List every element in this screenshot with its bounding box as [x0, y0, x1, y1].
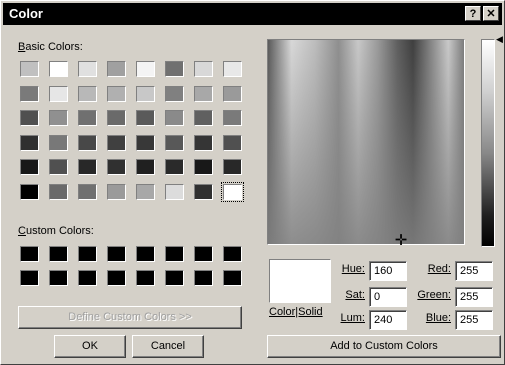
basic-color-swatch[interactable] — [78, 134, 97, 151]
basic-color-swatch[interactable] — [194, 61, 213, 77]
basic-color-swatch[interactable] — [223, 61, 242, 77]
blue-label: Blue: — [425, 312, 451, 324]
basic-color-swatch[interactable] — [194, 134, 213, 151]
sat-label: Sat: — [345, 289, 365, 301]
basic-color-swatch[interactable] — [107, 159, 126, 175]
custom-color-swatch[interactable] — [136, 246, 155, 262]
custom-color-swatch[interactable] — [78, 270, 97, 286]
custom-color-swatch[interactable] — [223, 270, 242, 286]
basic-color-swatch[interactable] — [78, 110, 97, 126]
add-to-custom-colors-button[interactable]: Add to Custom Colors — [267, 335, 501, 358]
custom-color-swatch[interactable] — [107, 270, 126, 286]
basic-color-swatch[interactable] — [20, 159, 39, 175]
basic-color-swatch[interactable] — [20, 110, 39, 126]
custom-color-swatch[interactable] — [136, 270, 155, 286]
lum-label: Lum: — [340, 312, 365, 324]
basic-color-swatch[interactable] — [20, 61, 39, 77]
green-field[interactable]: 255 — [455, 287, 493, 307]
basic-color-swatch[interactable] — [223, 85, 242, 102]
basic-color-swatch[interactable] — [20, 134, 39, 151]
luminosity-arrow-icon[interactable]: ◀ — [496, 34, 504, 44]
color-spectrum[interactable] — [267, 39, 465, 245]
hue-label: Hue: — [341, 263, 365, 275]
sat-field[interactable]: 0 — [369, 287, 407, 307]
custom-color-swatch[interactable] — [20, 246, 39, 262]
red-label: Red: — [427, 263, 451, 275]
basic-color-swatch[interactable] — [136, 134, 155, 151]
basic-color-swatch[interactable] — [49, 183, 68, 200]
basic-color-swatch[interactable] — [165, 110, 184, 126]
basic-color-swatch[interactable] — [165, 61, 184, 77]
cancel-button[interactable]: Cancel — [132, 335, 204, 358]
custom-color-swatch[interactable] — [165, 270, 184, 286]
basic-color-swatch[interactable] — [136, 183, 155, 200]
basic-color-swatch[interactable] — [49, 61, 68, 77]
custom-color-swatch[interactable] — [223, 246, 242, 262]
custom-color-swatch[interactable] — [165, 246, 184, 262]
custom-color-swatch[interactable] — [107, 246, 126, 262]
color-solid-label: Color|Solid — [269, 306, 323, 318]
basic-color-swatch[interactable] — [78, 61, 97, 77]
custom-color-swatch[interactable] — [194, 246, 213, 262]
basic-color-swatch[interactable] — [165, 159, 184, 175]
custom-color-swatch[interactable] — [194, 270, 213, 286]
red-field[interactable]: 255 — [455, 261, 493, 281]
custom-color-swatch[interactable] — [49, 270, 68, 286]
basic-colors-label: Basic Colors: — [18, 41, 83, 53]
basic-color-swatch[interactable] — [78, 183, 97, 200]
title-bar: Color ? ✕ — [3, 3, 502, 25]
custom-color-swatch[interactable] — [20, 270, 39, 286]
basic-color-swatch[interactable] — [49, 134, 68, 151]
basic-color-swatch[interactable] — [136, 85, 155, 102]
basic-color-swatch[interactable] — [20, 85, 39, 102]
basic-color-swatch[interactable] — [165, 134, 184, 151]
basic-color-swatch[interactable] — [194, 183, 213, 200]
basic-color-swatch[interactable] — [223, 159, 242, 175]
basic-color-swatch[interactable] — [165, 85, 184, 102]
basic-color-swatch[interactable] — [221, 181, 244, 202]
basic-color-swatch[interactable] — [107, 110, 126, 126]
basic-color-swatch[interactable] — [20, 183, 39, 200]
basic-color-swatch[interactable] — [49, 85, 68, 102]
custom-color-swatch[interactable] — [49, 246, 68, 262]
basic-color-swatch[interactable] — [49, 159, 68, 175]
basic-color-swatch[interactable] — [78, 85, 97, 102]
ok-button[interactable]: OK — [54, 335, 126, 358]
basic-color-swatch[interactable] — [136, 110, 155, 126]
color-dialog: Color ? ✕ Basic Colors: Custom Colors: D… — [0, 0, 505, 365]
basic-color-swatch[interactable] — [107, 134, 126, 151]
basic-color-swatch[interactable] — [223, 110, 242, 126]
custom-color-swatch[interactable] — [78, 246, 97, 262]
basic-color-swatch[interactable] — [194, 110, 213, 126]
basic-color-swatch[interactable] — [194, 85, 213, 102]
crosshair-icon: ✛ — [394, 232, 408, 249]
basic-color-swatch[interactable] — [107, 183, 126, 200]
basic-color-swatch[interactable] — [223, 134, 242, 151]
lum-field[interactable]: 240 — [369, 310, 407, 330]
window-title: Color — [9, 6, 43, 21]
blue-field[interactable]: 255 — [455, 310, 493, 330]
close-button[interactable]: ✕ — [483, 6, 499, 21]
basic-color-swatch[interactable] — [165, 183, 184, 200]
hue-field[interactable]: 160 — [369, 261, 407, 281]
luminosity-bar[interactable] — [481, 39, 495, 247]
basic-color-swatch[interactable] — [107, 85, 126, 102]
basic-color-swatch[interactable] — [107, 61, 126, 77]
basic-color-swatch[interactable] — [136, 159, 155, 175]
color-preview — [269, 259, 331, 303]
basic-color-swatch[interactable] — [194, 159, 213, 175]
help-button[interactable]: ? — [465, 6, 481, 21]
custom-colors-label: Custom Colors: — [18, 225, 94, 237]
basic-color-swatch[interactable] — [49, 110, 68, 126]
define-custom-colors-button[interactable]: Define Custom Colors >> — [18, 306, 242, 329]
green-label: Green: — [417, 289, 451, 301]
basic-color-swatch[interactable] — [136, 61, 155, 77]
basic-color-swatch[interactable] — [78, 159, 97, 175]
